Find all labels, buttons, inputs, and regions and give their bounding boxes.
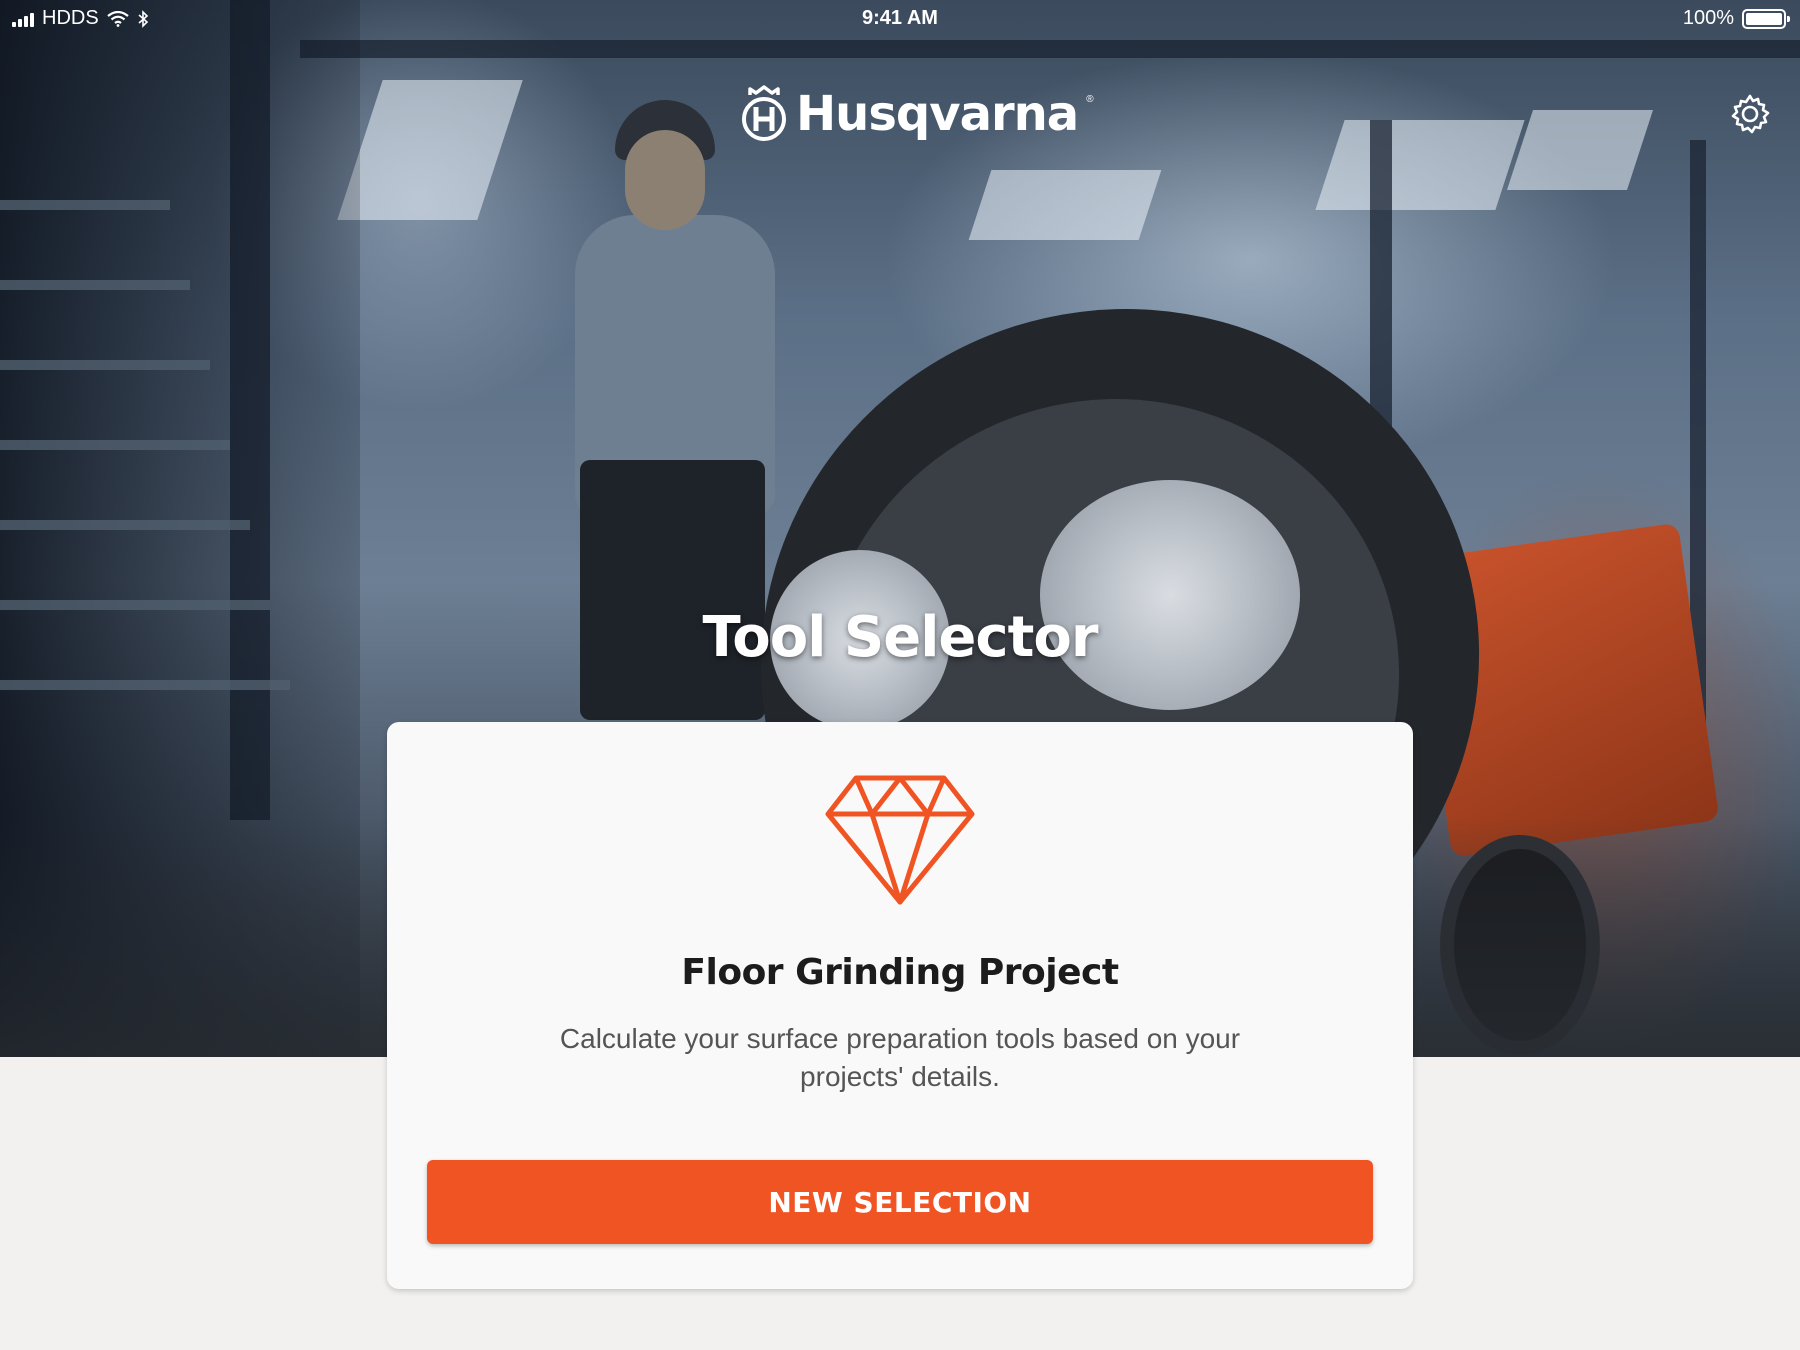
card-title: Floor Grinding Project (681, 952, 1119, 993)
husqvarna-logo: Husqvarna ® (740, 84, 1094, 144)
battery-icon (1742, 8, 1790, 29)
status-time: 9:41 AM (862, 7, 938, 29)
project-card: Floor Grinding Project Calculate your su… (387, 722, 1413, 1289)
page-title: Tool Selector (702, 605, 1099, 670)
husqvarna-crown-icon (742, 85, 786, 141)
diamond-icon (825, 775, 975, 905)
brand-name: Husqvarna (796, 86, 1079, 142)
registered-mark: ® (1086, 94, 1094, 105)
new-selection-button[interactable]: NEW SELECTION (427, 1160, 1373, 1244)
battery-percent: 100% (1682, 7, 1734, 29)
status-bar: HDDS 9:41 AM 100% (0, 0, 1800, 40)
card-description: Calculate your surface preparation tools… (559, 1023, 1241, 1092)
gear-icon[interactable] (1728, 92, 1772, 136)
